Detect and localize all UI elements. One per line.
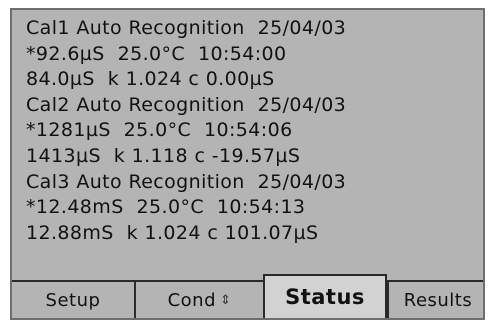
- record-calibration: 1413µS k 1.118 c -19.57µS: [26, 144, 301, 167]
- tab-cond[interactable]: Cond ⇕: [134, 282, 263, 318]
- up-down-arrow-icon: ⇕: [220, 292, 232, 308]
- tab-status[interactable]: Status: [263, 274, 387, 318]
- tab-results[interactable]: Results: [387, 282, 483, 318]
- calibration-record-1: Cal1 Auto Recognition 25/04/03 *92.6µS 2…: [26, 16, 479, 93]
- record-calibration: 84.0µS k 1.024 c 0.00µS: [26, 68, 275, 91]
- record-measured: *92.6µS 25.0°C 10:54:00: [26, 42, 287, 65]
- tab-cond-label: Cond: [167, 289, 216, 311]
- calibration-record-2: Cal2 Auto Recognition 25/04/03 *1281µS 2…: [26, 93, 479, 170]
- record-header: Cal1 Auto Recognition 25/04/03: [26, 17, 347, 39]
- tab-bar: Setup Cond ⇕ Status Results: [12, 274, 483, 318]
- calibration-record-3: Cal3 Auto Recognition 25/04/03 *12.48mS …: [26, 170, 479, 247]
- record-calibration: 12.88mS k 1.024 c 101.07µS: [26, 221, 319, 244]
- record-measured: *12.48mS 25.0°C 10:54:13: [26, 196, 306, 219]
- tab-setup-label: Setup: [45, 289, 101, 311]
- calibration-records: Cal1 Auto Recognition 25/04/03 *92.6µS 2…: [26, 16, 479, 246]
- tab-results-label: Results: [403, 289, 473, 311]
- lcd-screen: Cal1 Auto Recognition 25/04/03 *92.6µS 2…: [10, 8, 485, 320]
- record-header: Cal3 Auto Recognition 25/04/03: [26, 170, 347, 193]
- record-measured: *1281µS 25.0°C 10:54:06: [26, 119, 293, 142]
- tab-setup[interactable]: Setup: [12, 282, 134, 318]
- record-header: Cal2 Auto Recognition 25/04/03: [26, 93, 347, 116]
- tab-status-label: Status: [285, 285, 365, 309]
